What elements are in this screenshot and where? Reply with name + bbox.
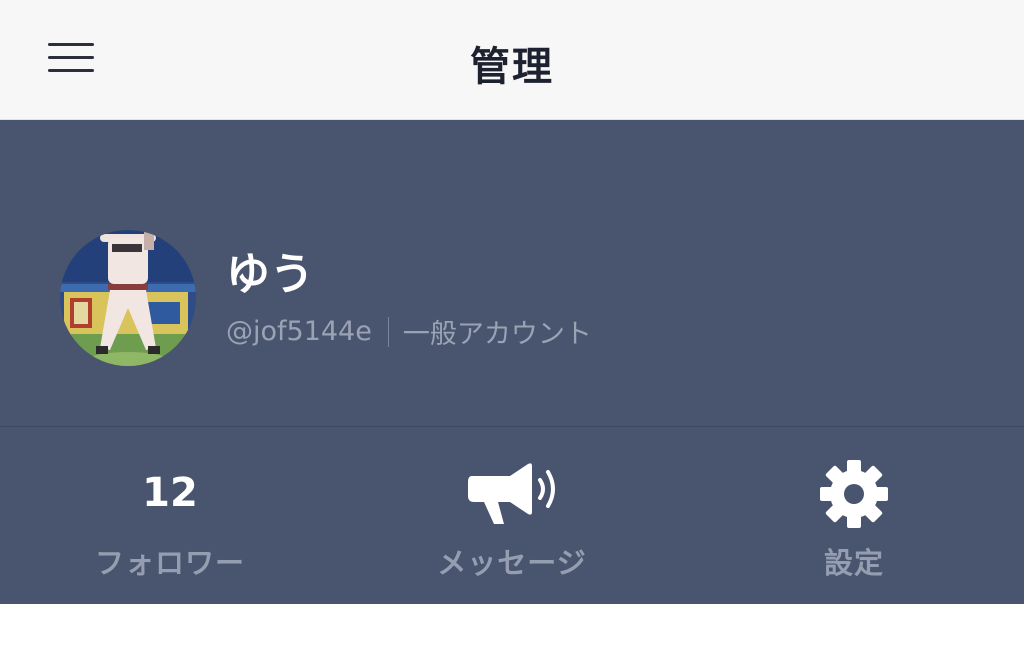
content-area [0, 604, 1024, 648]
gear-icon [704, 458, 1004, 532]
followers-count: 12 [142, 470, 198, 516]
separator [387, 316, 389, 347]
avatar[interactable] [60, 230, 196, 366]
followers-label: フォロワー [94, 546, 245, 580]
followers-button[interactable]: 12 フォロワー [20, 450, 320, 580]
display-name: ゆう [226, 249, 314, 300]
page-title: 管理 [470, 44, 554, 90]
megaphone-icon [362, 458, 662, 532]
account-info: @jof5144e 一般アカウント [226, 312, 592, 351]
divider [0, 426, 1024, 427]
settings-label: 設定 [823, 546, 884, 580]
baseball-player-photo [60, 230, 196, 366]
profile-panel: ゆう @jof5144e 一般アカウント 12 フォロワー メッセージ 設定 [0, 120, 1024, 604]
settings-button[interactable]: 設定 [704, 450, 1004, 580]
header-bar: 管理 [0, 0, 1024, 120]
user-id: @jof5144e [226, 316, 372, 347]
message-button[interactable]: メッセージ [362, 450, 662, 580]
message-label: メッセージ [437, 546, 587, 580]
account-type: 一般アカウント [402, 319, 592, 350]
